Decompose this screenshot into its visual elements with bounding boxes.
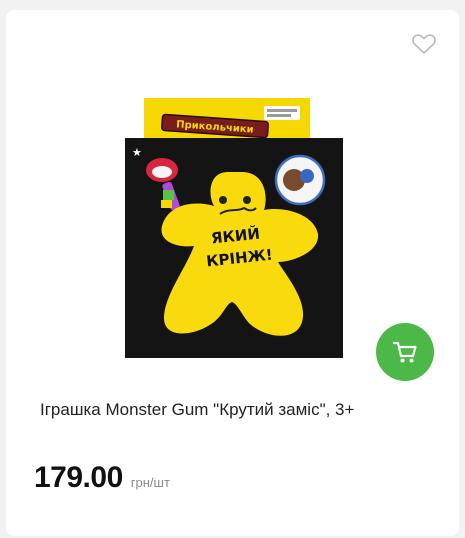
product-title[interactable]: Іграшка Monster Gum "Крутий заміс", 3+ [40, 399, 440, 421]
product-card[interactable]: Прикольчики ★ ЯКИЙ КРІНЖ! Іграшка Monste… [6, 10, 459, 536]
product-image[interactable]: Прикольчики ★ ЯКИЙ КРІНЖ! [124, 96, 346, 358]
heart-outline-icon [412, 34, 436, 54]
add-to-cart-button[interactable] [376, 323, 434, 381]
price-row: 179.00 грн/шт [34, 461, 170, 495]
favorite-button[interactable] [411, 32, 437, 56]
cart-icon [392, 341, 417, 363]
price-unit: грн/шт [130, 475, 170, 490]
product-price: 179.00 [34, 461, 123, 494]
svg-text:★: ★ [132, 147, 142, 159]
